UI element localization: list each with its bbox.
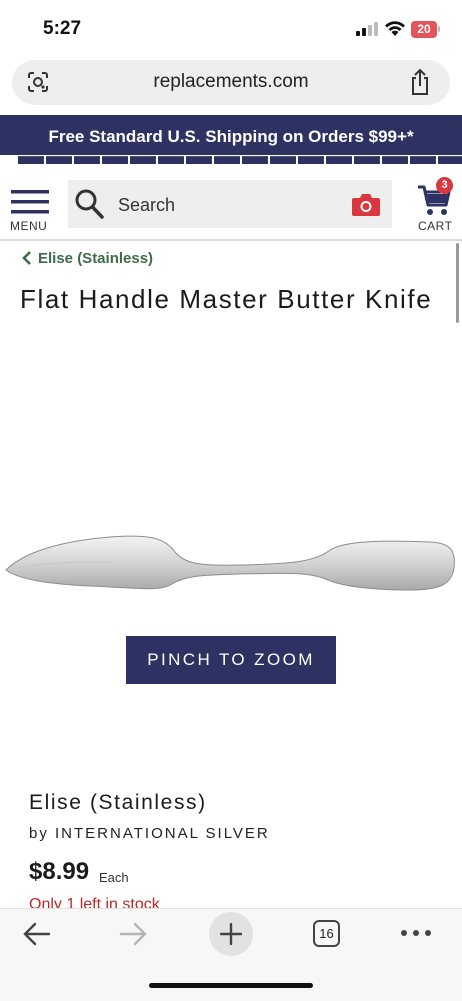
scrollbar[interactable] <box>456 243 459 323</box>
stock-status: Only 1 left in stock <box>29 896 160 908</box>
back-arrow-icon[interactable] <box>22 921 52 947</box>
wifi-icon <box>385 21 405 36</box>
pinch-to-zoom-button[interactable]: PINCH TO ZOOM <box>126 636 336 684</box>
battery-indicator: 20 <box>411 21 437 38</box>
chevron-left-icon[interactable] <box>22 250 32 266</box>
header-divider <box>0 239 462 241</box>
tabs-icon[interactable]: 16 <box>313 920 340 947</box>
product-title: Flat Handle Master Butter Knife <box>20 284 433 314</box>
menu-label[interactable]: MENU <box>10 219 47 233</box>
product-image[interactable] <box>0 520 462 610</box>
plus-icon <box>220 923 242 945</box>
cellular-signal-icon <box>356 22 378 36</box>
search-input[interactable] <box>68 180 392 228</box>
forward-arrow-icon[interactable] <box>118 921 148 947</box>
search-placeholder[interactable]: Search <box>118 195 175 216</box>
manufacturer[interactable]: by INTERNATIONAL SILVER <box>29 825 270 842</box>
status-time: 5:27 <box>43 18 82 39</box>
stock-status-container: Only 1 left in stock <box>0 890 462 908</box>
home-indicator[interactable] <box>149 983 313 988</box>
price: $8.99 <box>29 858 90 885</box>
battery-cap <box>438 26 440 32</box>
hamburger-menu-icon[interactable] <box>11 188 49 216</box>
search-icon[interactable] <box>74 188 104 220</box>
more-icon[interactable] <box>400 923 432 943</box>
pattern-name[interactable]: Elise (Stainless) <box>29 791 207 815</box>
share-icon[interactable] <box>408 68 432 96</box>
url-text[interactable]: replacements.com <box>0 71 462 93</box>
new-tab-button[interactable] <box>209 912 253 956</box>
cart-count-badge[interactable]: 3 <box>436 177 453 194</box>
camera-icon[interactable] <box>351 192 381 217</box>
cart-label[interactable]: CART <box>418 219 452 233</box>
price-unit: Each <box>99 870 129 885</box>
promo-text[interactable]: Free Standard U.S. Shipping on Orders $9… <box>0 127 462 147</box>
breadcrumb-link[interactable]: Elise (Stainless) <box>38 250 153 267</box>
site-logo-partial: ▬▬▬▬▬▬▬▬▬▬▬▬▬▬▬▬▬▬▬ <box>0 155 462 165</box>
